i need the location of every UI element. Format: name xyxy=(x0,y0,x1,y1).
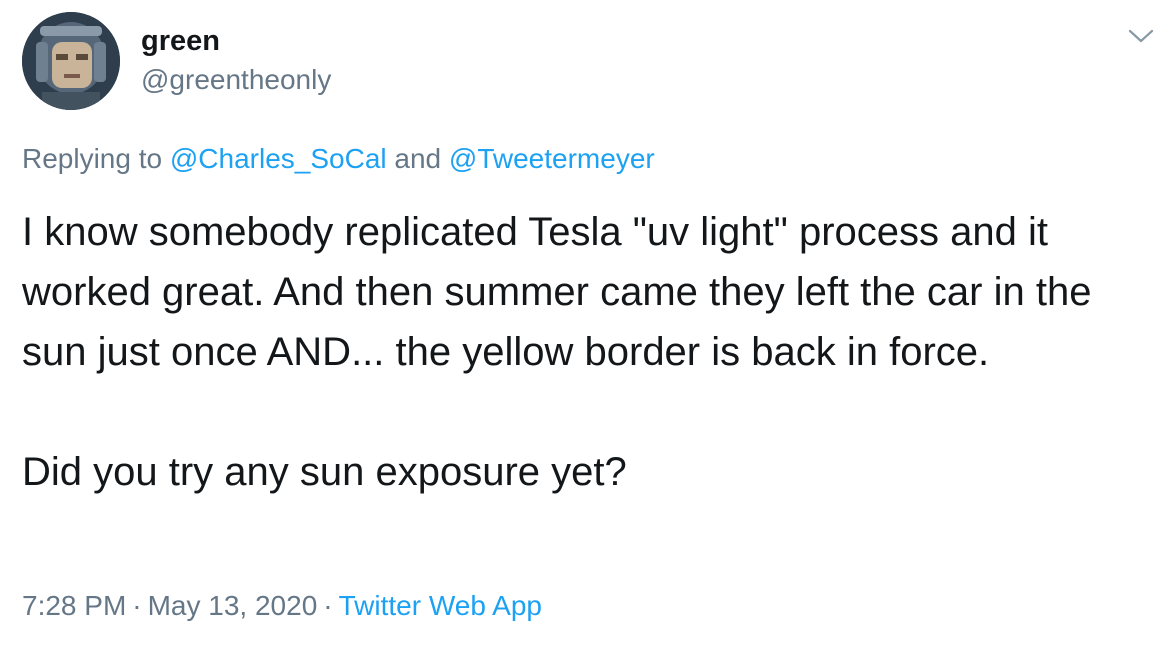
reply-joiner: and xyxy=(394,143,442,174)
reply-mention-link[interactable]: @Charles_SoCal xyxy=(170,143,387,174)
reply-context: Replying to @Charles_SoCal and @Tweeterm… xyxy=(22,142,655,176)
tweet-date-link[interactable]: May 13, 2020 xyxy=(148,590,318,621)
tweet-metadata: 7:28 PM · May 13, 2020 · Twitter Web App xyxy=(22,589,542,623)
tweet-paragraph: Did you try any sun exposure yet? xyxy=(22,450,627,494)
meta-separator: · xyxy=(323,590,333,621)
tweet-paragraph: I know somebody replicated Tesla "uv lig… xyxy=(22,210,1092,374)
tweet-card: green @greentheonly Replying to @Charles… xyxy=(0,0,1176,652)
user-avatar-icon[interactable] xyxy=(22,12,120,110)
author-handle[interactable]: @greentheonly xyxy=(141,63,331,97)
reply-mention-link[interactable]: @Tweetermeyer xyxy=(449,143,655,174)
tweet-text: I know somebody replicated Tesla "uv lig… xyxy=(22,202,1152,502)
meta-separator: · xyxy=(132,590,142,621)
reply-prefix: Replying to xyxy=(22,143,163,174)
chevron-down-icon[interactable] xyxy=(1127,26,1155,46)
tweet-time-link[interactable]: 7:28 PM xyxy=(22,590,126,621)
author-display-name[interactable]: green xyxy=(141,24,220,58)
tweet-source-link[interactable]: Twitter Web App xyxy=(339,590,542,621)
